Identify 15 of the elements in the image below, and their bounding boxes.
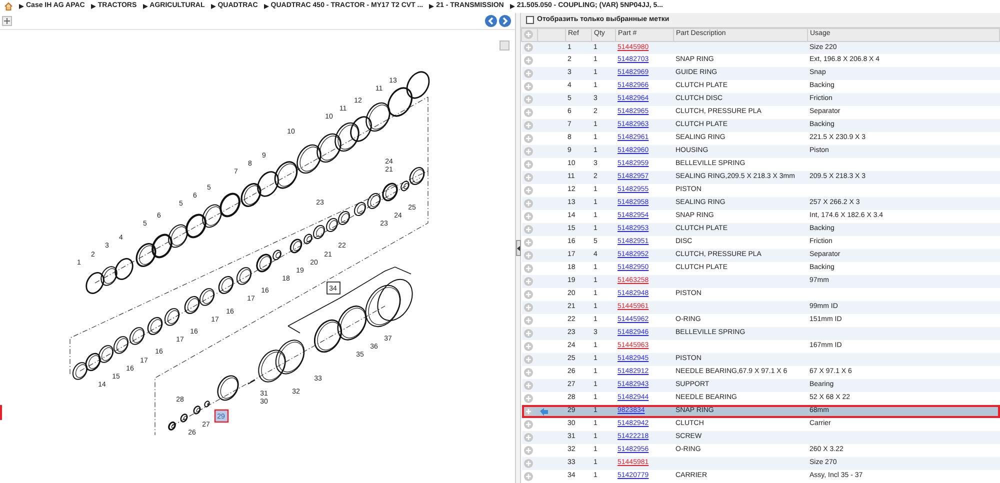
edge-marker: [0, 405, 2, 420]
expand-icon[interactable]: [2, 16, 12, 26]
expand-all-icon[interactable]: [524, 30, 533, 39]
triangle-icon: [90, 4, 96, 9]
triangle-icon: [264, 4, 269, 9]
home-icon[interactable]: [4, 2, 13, 11]
scrollbar-thumb[interactable]: [500, 40, 510, 50]
triangle-icon: [429, 4, 434, 9]
collapse-handle[interactable]: [516, 240, 521, 256]
triangle-icon: [510, 4, 515, 9]
checkbox[interactable]: [526, 16, 534, 24]
pointer-icon: [540, 408, 548, 416]
triangle-icon: [210, 4, 216, 9]
triangle-icon: [142, 4, 148, 9]
triangle-icon: [19, 4, 24, 9]
